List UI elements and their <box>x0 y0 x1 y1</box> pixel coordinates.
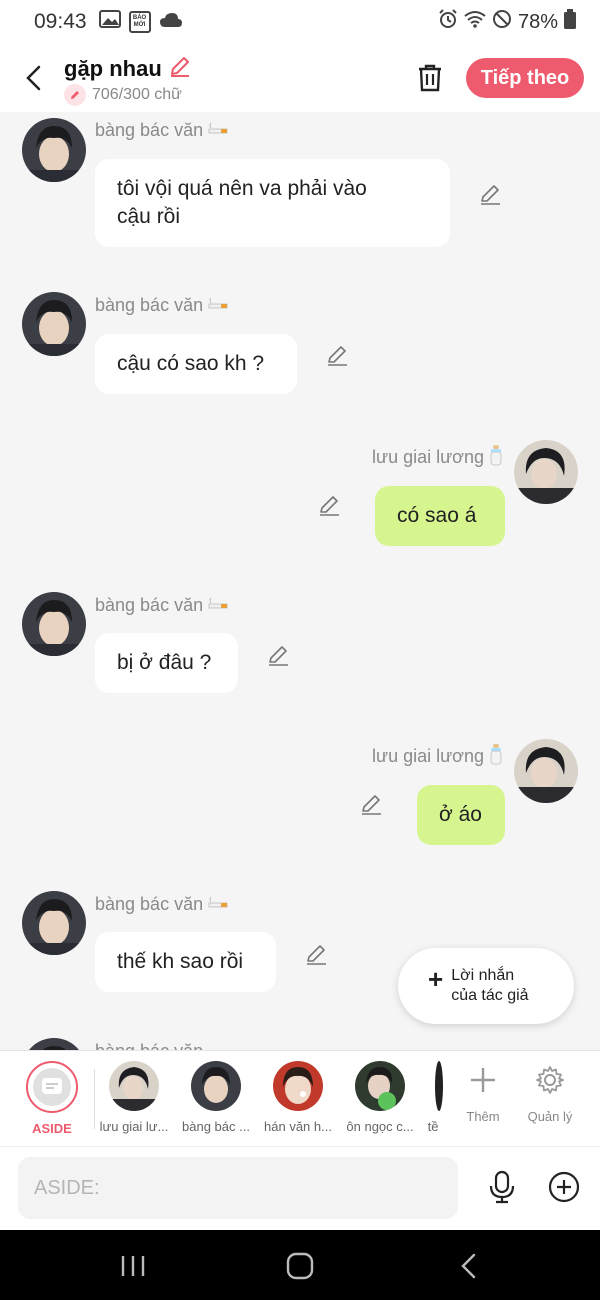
input-bar <box>0 1146 600 1230</box>
baby-bottle-icon <box>488 743 504 770</box>
dnd-icon <box>492 9 512 35</box>
plus-circle-icon <box>548 1171 580 1203</box>
edit-message-icon[interactable] <box>304 942 330 968</box>
cigarette-icon <box>207 295 229 316</box>
edit-message-icon[interactable] <box>266 643 292 669</box>
message-bubble[interactable]: thế kh sao rồi <box>95 932 276 992</box>
fab-label-line2: của tác giả <box>451 987 529 1004</box>
sender-name: bàng bác văn <box>95 894 229 915</box>
word-count: 706/300 chữ <box>64 84 182 106</box>
add-character-button[interactable]: Thêm <box>448 1051 518 1147</box>
avatar <box>109 1061 159 1111</box>
avatar[interactable] <box>514 440 578 504</box>
avatar[interactable] <box>514 739 578 803</box>
chevron-left-icon <box>26 65 41 91</box>
edit-message-icon[interactable] <box>478 182 504 208</box>
author-note-button[interactable]: + Lời nhắn của tác giả <box>398 948 574 1024</box>
avatar[interactable] <box>22 891 86 955</box>
message-bubble[interactable]: có sao á <box>375 486 505 546</box>
aside-avatar <box>26 1061 78 1113</box>
avatar[interactable] <box>22 118 86 182</box>
character-aside[interactable]: ASIDE <box>11 1051 93 1147</box>
sender-name: bàng bác văn <box>95 595 229 616</box>
avatar <box>273 1061 323 1111</box>
recent-apps-button[interactable] <box>113 1248 153 1284</box>
trash-icon <box>419 64 441 92</box>
system-back-button[interactable] <box>448 1248 488 1284</box>
cloud-icon <box>159 11 183 34</box>
status-time: 09:43 <box>34 10 87 33</box>
gear-icon <box>535 1065 565 1095</box>
character-item[interactable]: tề <box>421 1051 445 1147</box>
edit-message-icon[interactable] <box>325 343 351 369</box>
edit-count-icon <box>64 84 86 106</box>
edit-message-icon[interactable] <box>317 493 343 519</box>
microphone-button[interactable] <box>484 1169 520 1205</box>
message-input[interactable] <box>18 1157 458 1219</box>
battery-percent: 78% <box>517 10 558 33</box>
add-label: Thêm <box>466 1109 500 1124</box>
manage-button[interactable]: Quản lý <box>515 1051 585 1147</box>
edit-message-icon[interactable] <box>359 792 385 818</box>
message-bubble[interactable]: ở áo <box>417 785 505 845</box>
sender-name: bàng bác văn <box>95 1041 203 1050</box>
title-text: gặp nhau <box>64 56 162 81</box>
news-app-icon: BÁO MỚI <box>128 11 151 33</box>
manage-label: Quản lý <box>527 1109 573 1124</box>
cigarette-icon <box>207 894 229 915</box>
character-name: bàng bác ... <box>182 1119 250 1134</box>
character-panel: ASIDE lưu giai lư... bàng bác ... hán vă… <box>0 1050 600 1146</box>
avatar[interactable] <box>22 1038 86 1050</box>
sender-name: bàng bác văn <box>95 120 229 141</box>
alarm-icon <box>438 9 458 35</box>
message-bubble[interactable]: tôi vội quá nên va phải vào cậu rồi <box>95 159 450 247</box>
character-name: ASIDE <box>32 1121 72 1136</box>
next-button[interactable]: Tiếp theo <box>466 58 584 98</box>
avatar <box>435 1061 443 1111</box>
character-item[interactable]: ôn ngọc c... <box>339 1051 421 1147</box>
home-button[interactable] <box>280 1248 320 1284</box>
microphone-icon <box>489 1170 515 1204</box>
story-title[interactable]: gặp nhau <box>64 54 192 84</box>
sender-name: lưu giai lương <box>372 444 504 471</box>
avatar <box>355 1061 405 1111</box>
sender-name: bàng bác văn <box>95 295 229 316</box>
battery-icon <box>564 9 576 35</box>
header: gặp nhau 706/300 chữ Tiếp theo <box>0 44 600 112</box>
plus-icon <box>468 1065 498 1095</box>
cigarette-icon <box>207 120 229 141</box>
sender-name: lưu giai lương <box>372 743 504 770</box>
character-item[interactable]: lưu giai lư... <box>93 1051 175 1147</box>
character-name: hán văn h... <box>264 1119 332 1134</box>
pencil-icon[interactable] <box>168 54 192 84</box>
baby-bottle-icon <box>488 444 504 471</box>
character-name: ôn ngọc c... <box>346 1119 414 1134</box>
chat-bubble-icon <box>33 1068 71 1106</box>
fab-label-line1: Lời nhắn <box>451 967 515 984</box>
character-item[interactable]: bàng bác ... <box>175 1051 257 1147</box>
plus-icon: + <box>428 963 444 994</box>
system-nav-bar <box>0 1230 600 1300</box>
message-bubble[interactable]: bị ở đâu ? <box>95 633 238 693</box>
recent-apps-icon <box>121 1256 145 1276</box>
avatar[interactable] <box>22 592 86 656</box>
avatar <box>191 1061 241 1111</box>
add-attachment-button[interactable] <box>546 1169 582 1205</box>
back-icon <box>461 1253 476 1279</box>
word-count-text: 706/300 chữ <box>92 86 182 103</box>
wifi-icon <box>464 10 486 34</box>
image-icon <box>98 9 121 35</box>
cigarette-icon <box>207 595 229 616</box>
back-button[interactable] <box>18 60 48 96</box>
delete-button[interactable] <box>412 58 448 98</box>
chat-area[interactable]: bàng bác văn tôi vội quá nên va phải vào… <box>0 112 600 1050</box>
status-bar: 09:43 BÁO MỚI 78% <box>0 0 600 44</box>
avatar[interactable] <box>22 292 86 356</box>
home-icon <box>286 1252 314 1280</box>
character-item[interactable]: hán văn h... <box>257 1051 339 1147</box>
message-bubble[interactable]: cậu có sao kh ? <box>95 334 297 394</box>
character-name: lưu giai lư... <box>99 1119 169 1134</box>
character-name: tề <box>427 1119 439 1134</box>
